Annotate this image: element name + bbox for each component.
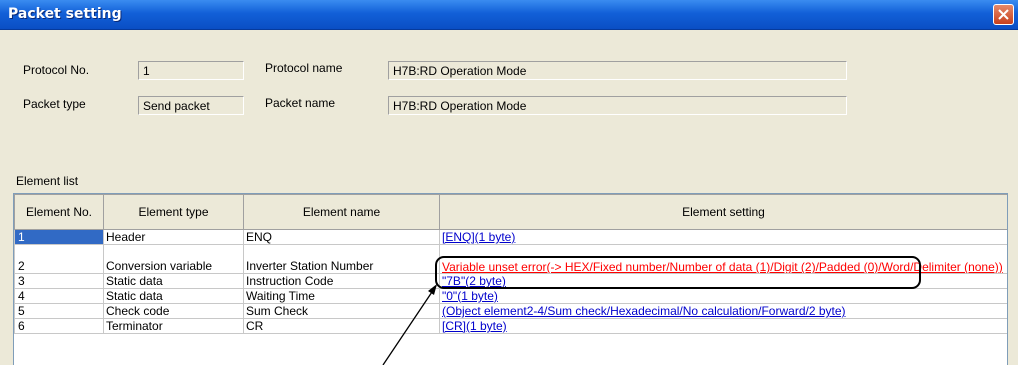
callout-arrow-icon: [382, 284, 437, 365]
packet-setting-window: Packet setting Protocol No. 1 Protocol n…: [0, 0, 1018, 365]
